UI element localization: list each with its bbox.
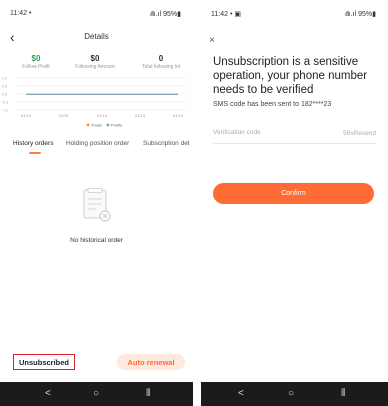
- battery-icon: 95%▮: [358, 11, 376, 18]
- sms-sent-text: SMS code has been sent to 182****23: [213, 101, 332, 108]
- nav-back-icon[interactable]: <: [238, 388, 244, 400]
- status-indicators: ⋒.ıl 95%▮: [150, 10, 181, 18]
- order-tabs: History orders Holding position order Su…: [0, 140, 193, 156]
- stat-label: Total following lot: [141, 64, 181, 70]
- signal-icon: ⋒.ıl: [344, 11, 357, 18]
- legend-marker: [86, 123, 90, 127]
- nav-back-icon[interactable]: <: [45, 388, 51, 400]
- system-nav-bar: < ○ ⦀: [201, 382, 388, 406]
- legend-marker: [106, 123, 110, 127]
- x-tick-label: 01/12: [97, 113, 108, 118]
- tab-holding-position-order[interactable]: Holding position order: [66, 140, 129, 147]
- y-tick-label: -0.5: [2, 101, 8, 105]
- stat-follow-profit: $0 Follow Profit: [6, 54, 66, 70]
- verification-screen: 11:42 • ▣ ⋒.ıl 95%▮ × Unsubscription is …: [201, 0, 388, 406]
- stat-value: $0: [31, 54, 41, 63]
- status-bar: 11:42 • ⋒.ıl 95%▮: [0, 10, 193, 22]
- active-tab-indicator: [29, 152, 41, 154]
- close-icon[interactable]: ×: [209, 36, 215, 46]
- x-tick-label: 01/14: [173, 113, 184, 118]
- details-screen: 11:42 • ⋒.ıl 95%▮ ‹ Details $0 Follow Pr…: [0, 0, 193, 406]
- chart-svg: 1.0 0.5 0.0 -0.5 -1.0 01/10 01/11 01/12 01/13 01/…: [2, 77, 188, 128]
- battery-icon: 95%▮: [163, 11, 181, 18]
- status-time: 11:42 •: [10, 10, 32, 17]
- empty-document-icon: [82, 188, 112, 224]
- nav-recents-icon[interactable]: ⦀: [341, 388, 345, 400]
- page-title: Details: [84, 32, 109, 41]
- x-tick-label: 01/11: [59, 113, 69, 118]
- verification-heading: Unsubscription is a sensitive operation,…: [213, 56, 368, 96]
- stat-label: Following Amount: [75, 64, 115, 70]
- stat-following-amount: $0 Following Amount: [65, 54, 125, 70]
- x-tick-label: 01/13: [135, 113, 146, 118]
- nav-recents-icon[interactable]: ⦀: [146, 388, 150, 400]
- empty-state-text: No historical order: [70, 237, 123, 244]
- stat-value: 0: [158, 54, 164, 63]
- system-nav-bar: < ○ ⦀: [0, 382, 193, 406]
- y-tick-label: -1.0: [2, 109, 8, 113]
- status-time: 11:42 • ▣: [211, 11, 241, 18]
- screen-divider: [193, 0, 201, 406]
- tab-subscription-details[interactable]: Subscription det: [143, 140, 190, 147]
- x-tick-label: 01/10: [21, 113, 32, 118]
- stat-label: Follow Profit: [22, 64, 50, 70]
- resend-countdown[interactable]: 58sResend: [343, 130, 376, 137]
- stats-row: $0 Follow Profit $0 Following Amount 0 T…: [0, 54, 193, 76]
- nav-home-icon[interactable]: ○: [93, 388, 99, 400]
- auto-renewal-button[interactable]: Auto renewal: [117, 354, 185, 370]
- nav-home-icon[interactable]: ○: [288, 388, 294, 400]
- verification-code-input[interactable]: [213, 129, 323, 136]
- unsubscribed-button[interactable]: Unsubscribed: [13, 354, 75, 370]
- confirm-button[interactable]: Confirm: [213, 183, 374, 204]
- y-tick-label: 0.5: [2, 85, 7, 89]
- gallery-icon: ▣: [234, 11, 241, 18]
- stat-total-following-lot: 0 Total following lot: [131, 54, 191, 70]
- legend-label: Profile: [111, 123, 123, 128]
- tab-history-orders[interactable]: History orders: [13, 140, 53, 147]
- subscription-actions: Unsubscribed Auto renewal: [0, 350, 193, 376]
- signal-icon: ⋒.ıl: [149, 11, 162, 18]
- verification-code-row: 58sResend: [213, 129, 376, 144]
- status-bar: 11:42 • ▣ ⋒.ıl 95%▮: [201, 10, 388, 22]
- status-indicators: ⋒.ıl 95%▮: [345, 10, 376, 18]
- stat-value: $0: [90, 54, 100, 63]
- y-tick-label: 1.0: [2, 77, 7, 81]
- profit-chart: 1.0 0.5 0.0 -0.5 -1.0 01/10 01/11 01/12 01/13 01/…: [0, 76, 193, 128]
- legend-label: Trader: [91, 123, 103, 128]
- y-tick-label: 0.0: [2, 93, 7, 97]
